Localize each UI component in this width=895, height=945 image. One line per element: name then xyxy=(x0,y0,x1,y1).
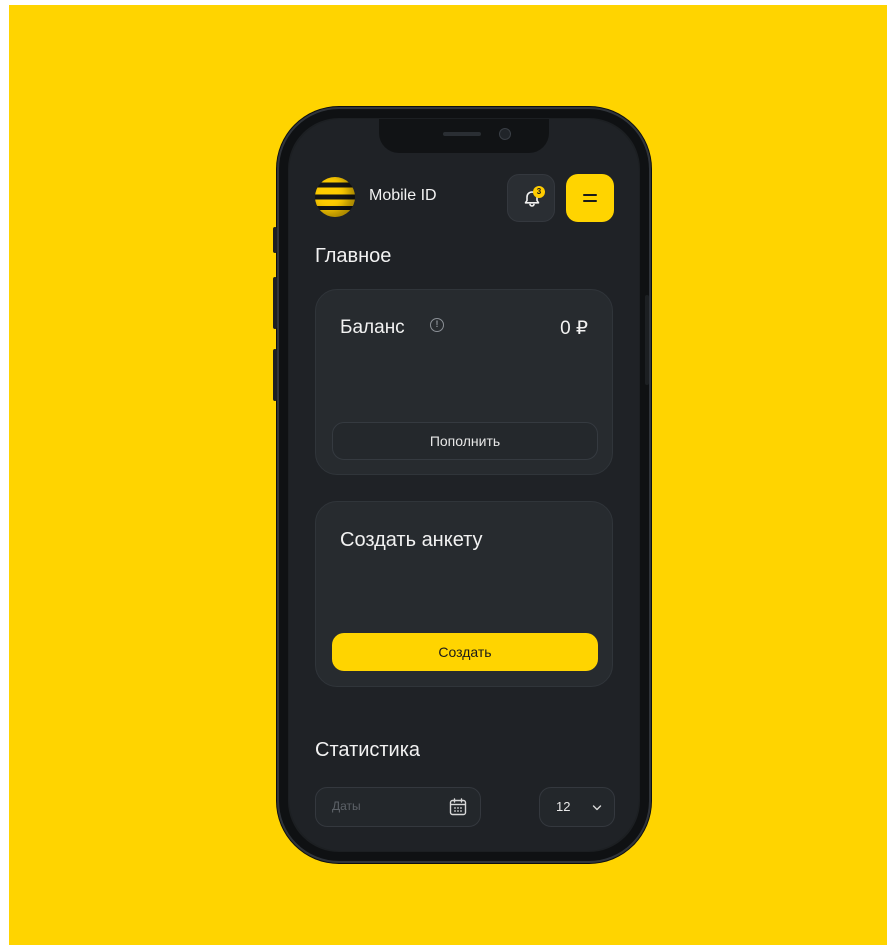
create-form-card: Создать анкету Создать xyxy=(315,501,613,687)
date-range-input[interactable]: Даты xyxy=(315,787,481,827)
front-camera xyxy=(499,128,511,140)
beeline-logo xyxy=(315,177,355,217)
chevron-down-icon xyxy=(592,805,602,811)
calendar-icon[interactable] xyxy=(448,797,468,817)
phone-silent-switch xyxy=(273,227,277,253)
info-icon[interactable]: ! xyxy=(430,318,444,332)
date-placeholder: Даты xyxy=(332,799,361,813)
topup-button[interactable]: Пополнить xyxy=(332,422,598,460)
phone-screen: Mobile ID 3 Главное Баланс ! 0 ₽ Пополни… xyxy=(289,119,639,851)
phone-notch xyxy=(379,119,549,153)
create-button[interactable]: Создать xyxy=(332,633,598,671)
app-header: Mobile ID 3 xyxy=(315,171,621,223)
notification-badge: 3 xyxy=(533,186,545,198)
app-title: Mobile ID xyxy=(369,187,437,204)
speaker-grille xyxy=(443,132,481,136)
phone-mockup: Mobile ID 3 Главное Баланс ! 0 ₽ Пополни… xyxy=(277,107,651,863)
balance-value: 0 ₽ xyxy=(560,318,588,339)
menu-icon-line-top xyxy=(583,194,597,196)
phone-volume-up xyxy=(273,277,277,329)
statistics-title: Статистика xyxy=(315,739,421,761)
count-select[interactable]: 12 xyxy=(539,787,615,827)
yellow-background: Mobile ID 3 Главное Баланс ! 0 ₽ Пополни… xyxy=(9,5,887,945)
main-section-title: Главное xyxy=(315,245,392,267)
phone-power-button xyxy=(645,295,649,385)
balance-card: Баланс ! 0 ₽ Пополнить xyxy=(315,289,613,475)
phone-volume-down xyxy=(273,349,277,401)
menu-button[interactable] xyxy=(566,174,614,222)
notifications-button[interactable]: 3 xyxy=(507,174,555,222)
create-form-title: Создать анкету xyxy=(340,529,483,551)
menu-icon-line-bottom xyxy=(583,200,597,202)
count-value: 12 xyxy=(556,799,571,814)
balance-label: Баланс xyxy=(340,317,405,338)
